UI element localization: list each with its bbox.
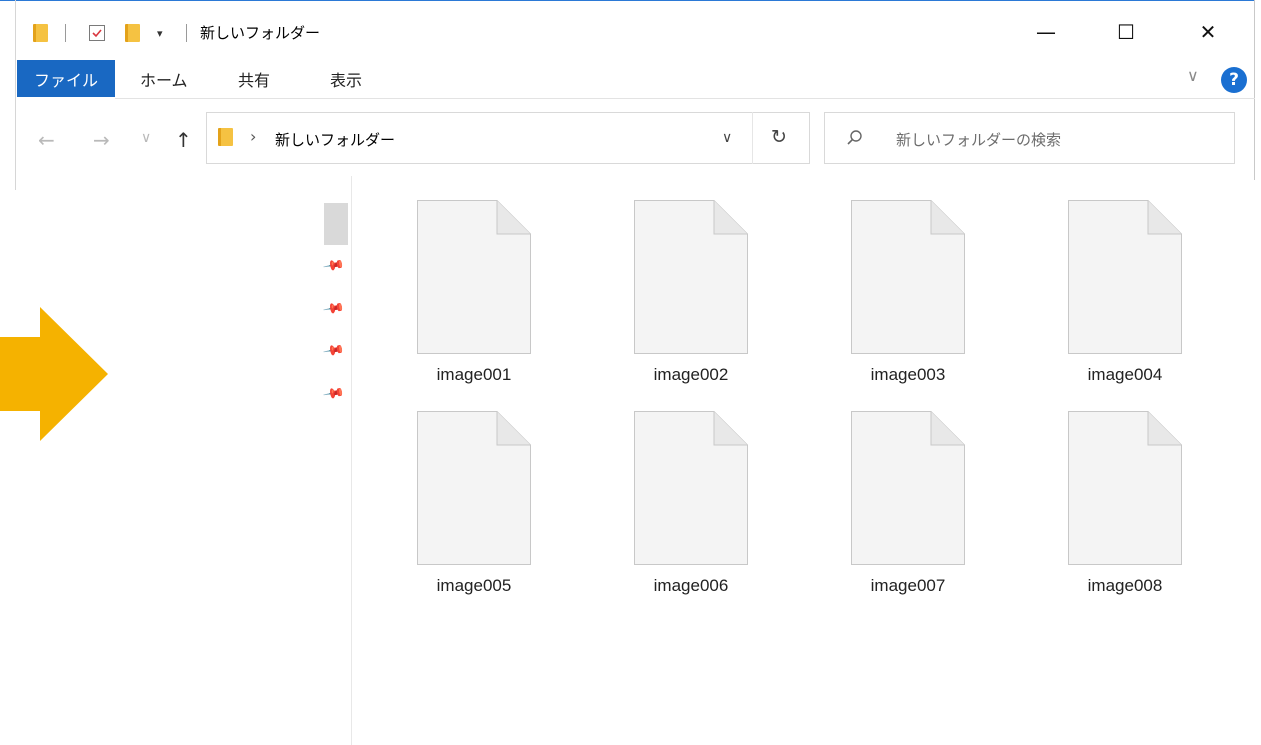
tab-share[interactable]: 共有 <box>238 60 270 97</box>
arrow-right-icon <box>0 307 110 446</box>
breadcrumb-separator[interactable]: › <box>250 127 256 146</box>
file-item[interactable]: image006 <box>621 411 761 596</box>
close-button[interactable]: ✕ <box>1188 16 1228 48</box>
address-dropdown-button[interactable]: ∨ <box>722 130 732 146</box>
file-item[interactable]: image004 <box>1055 200 1195 385</box>
file-name: image001 <box>436 365 512 384</box>
recent-locations-button[interactable]: ∨ <box>141 130 151 146</box>
file-item[interactable]: image001 <box>404 200 544 385</box>
file-item[interactable]: image005 <box>404 411 544 596</box>
customize-qat-icon[interactable]: ▾ <box>157 27 163 40</box>
file-name: image004 <box>1087 365 1163 384</box>
minimize-button[interactable]: — <box>1026 16 1066 48</box>
pin-icon[interactable]: 📌 <box>322 254 345 277</box>
address-divider <box>752 112 753 164</box>
help-icon[interactable]: ? <box>1221 67 1247 93</box>
tab-file[interactable]: ファイル <box>17 60 115 97</box>
search-icon <box>846 129 864 151</box>
tab-view[interactable]: 表示 <box>330 60 362 97</box>
file-name: image008 <box>1087 576 1163 595</box>
window-top-border <box>0 0 1255 1</box>
qat-separator <box>65 24 66 42</box>
refresh-button[interactable]: ↻ <box>771 126 787 148</box>
window-title: 新しいフォルダー <box>200 24 321 42</box>
document-icon <box>851 411 965 565</box>
breadcrumb-item[interactable]: 新しいフォルダー <box>275 129 395 150</box>
document-icon <box>417 200 531 354</box>
document-icon <box>1068 200 1182 354</box>
document-icon <box>851 200 965 354</box>
new-folder-icon[interactable] <box>125 24 140 42</box>
file-name: image005 <box>436 576 512 595</box>
folder-icon <box>218 128 233 146</box>
nav-pane-scroll-thumb[interactable] <box>324 203 348 245</box>
file-item[interactable]: image008 <box>1055 411 1195 596</box>
window-left-border <box>15 0 16 190</box>
window-right-border <box>1254 0 1255 180</box>
document-icon <box>634 200 748 354</box>
file-item[interactable]: image003 <box>838 200 978 385</box>
up-button[interactable]: ↑ <box>175 128 192 152</box>
pin-icon[interactable]: 📌 <box>322 339 345 362</box>
file-item[interactable]: image002 <box>621 200 761 385</box>
qat-separator <box>186 24 187 42</box>
maximize-button[interactable]: ☐ <box>1106 16 1146 48</box>
file-name: image006 <box>653 576 729 595</box>
file-name: image002 <box>653 365 729 384</box>
properties-check-icon[interactable] <box>89 25 105 41</box>
file-item[interactable]: image007 <box>838 411 978 596</box>
file-name: image003 <box>870 365 946 384</box>
folder-icon <box>33 24 48 42</box>
document-icon <box>417 411 531 565</box>
expand-ribbon-icon[interactable]: ∨ <box>1187 66 1199 85</box>
tab-home[interactable]: ホーム <box>140 60 188 97</box>
ribbon-divider <box>115 98 1255 99</box>
document-icon <box>1068 411 1182 565</box>
pin-icon[interactable]: 📌 <box>322 297 345 320</box>
pin-icon[interactable]: 📌 <box>322 382 345 405</box>
file-name: image007 <box>870 576 946 595</box>
forward-button[interactable]: → <box>93 128 110 152</box>
document-icon <box>634 411 748 565</box>
pane-divider <box>351 176 352 745</box>
back-button[interactable]: ← <box>38 128 55 152</box>
search-placeholder[interactable]: 新しいフォルダーの検索 <box>896 129 1061 150</box>
